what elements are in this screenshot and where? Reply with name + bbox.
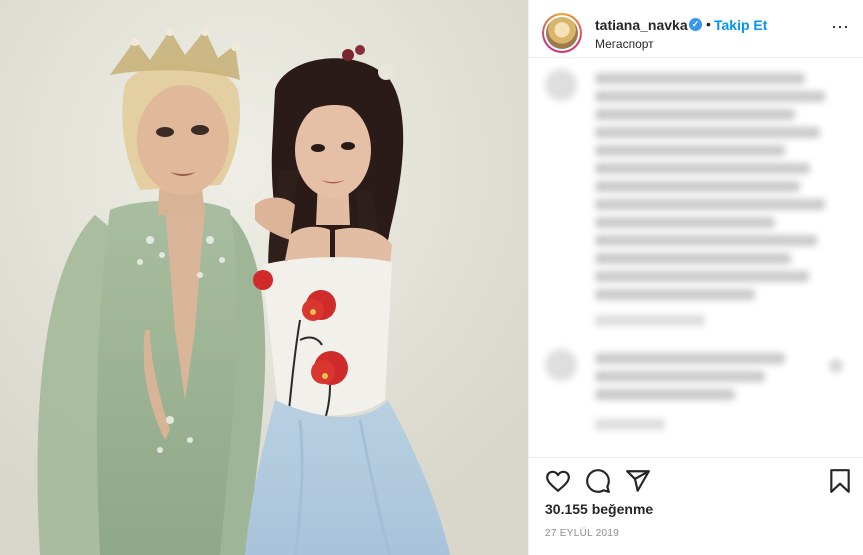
likes-count[interactable]: 30.155 beğenme — [545, 501, 653, 517]
post-header: tatiana_navka ✓ • Takip Et Мегаспорт ⋯ — [529, 0, 863, 58]
likes-label: beğenme — [591, 501, 654, 517]
likes-number: 30.155 — [545, 501, 588, 517]
verified-badge-icon: ✓ — [689, 18, 702, 31]
user-avatar[interactable] — [542, 13, 582, 53]
separator-dot: • — [706, 16, 711, 32]
more-options-icon[interactable]: ⋯ — [831, 18, 850, 36]
post-side-panel: tatiana_navka ✓ • Takip Et Мегаспорт ⋯ 3… — [528, 0, 863, 555]
username-link[interactable]: tatiana_navka — [595, 17, 688, 33]
post-photo[interactable] — [0, 0, 528, 555]
bookmark-icon[interactable] — [827, 468, 853, 494]
comment-icon[interactable] — [585, 468, 611, 494]
post-date[interactable]: 27 EYLÜL 2019 — [545, 528, 619, 539]
heart-icon[interactable] — [545, 468, 571, 494]
post-actions-bar — [529, 457, 863, 503]
photo-illustration — [0, 0, 528, 555]
share-icon[interactable] — [625, 468, 651, 494]
comments-section-blurred — [529, 59, 863, 456]
location-link[interactable]: Мегаспорт — [595, 37, 654, 51]
follow-button[interactable]: Takip Et — [714, 17, 767, 33]
